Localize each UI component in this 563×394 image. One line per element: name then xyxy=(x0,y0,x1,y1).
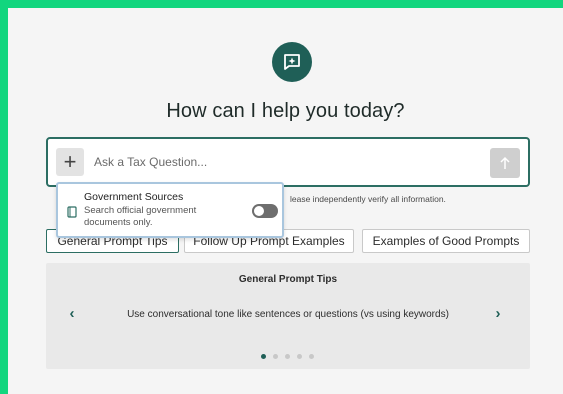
search-box[interactable]: + xyxy=(46,137,530,187)
next-tip-button[interactable]: › xyxy=(488,303,508,323)
carousel-dot[interactable] xyxy=(309,354,314,359)
book-icon xyxy=(67,206,77,218)
app-frame: How can I help you today? + lease indepe… xyxy=(8,8,563,394)
send-button[interactable] xyxy=(490,148,520,178)
chat-sparkle-icon xyxy=(284,54,300,70)
government-sources-toggle[interactable] xyxy=(252,204,278,218)
page-title: How can I help you today? xyxy=(166,100,405,122)
carousel-dot[interactable] xyxy=(285,354,290,359)
toggle-knob xyxy=(254,206,264,216)
carousel-dot[interactable] xyxy=(261,354,266,359)
add-button[interactable]: + xyxy=(56,148,84,176)
popup-title: Government Sources xyxy=(84,191,184,203)
plus-icon: + xyxy=(63,149,77,174)
tab-examples-of-good-prompts[interactable]: Examples of Good Prompts xyxy=(362,229,530,253)
panel-title: General Prompt Tips xyxy=(238,274,338,285)
popup-description: Search official government documents onl… xyxy=(84,205,197,228)
search-input[interactable] xyxy=(94,149,474,175)
sources-popup: Government Sources Search official gover… xyxy=(56,182,284,238)
tips-panel: General Prompt Tips ‹ Use conversational… xyxy=(46,263,530,369)
assistant-logo xyxy=(272,42,312,82)
tip-text: Use conversational tone like sentences o… xyxy=(127,309,449,320)
carousel-dot[interactable] xyxy=(297,354,302,359)
arrow-up-icon xyxy=(500,156,510,169)
carousel-dot[interactable] xyxy=(273,354,278,359)
disclaimer-text: lease independently verify all informati… xyxy=(290,194,446,204)
